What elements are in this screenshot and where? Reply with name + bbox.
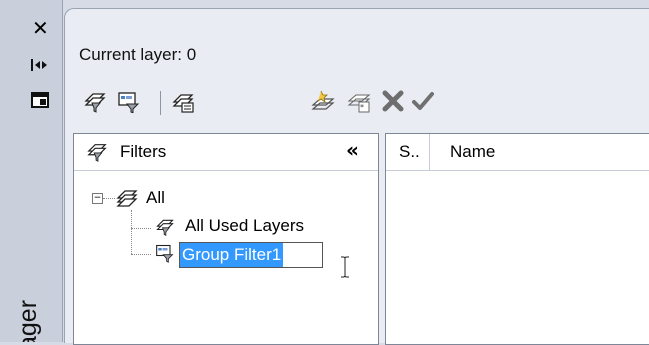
group-filter-icon xyxy=(154,243,176,263)
property-filter-icon xyxy=(154,217,176,237)
filter-tree: − All All Used Layers Group Filter1 xyxy=(74,170,378,344)
palette-vertical-title: ager xyxy=(8,260,68,342)
column-name[interactable]: Name xyxy=(430,134,649,170)
tree-connector xyxy=(131,210,132,254)
tree-connector xyxy=(131,228,151,229)
palette-title-strip: ✕ ager xyxy=(0,0,63,342)
tree-node-all-used-layers[interactable]: All Used Layers xyxy=(185,216,304,236)
set-current-icon[interactable] xyxy=(411,89,435,113)
text-cursor-icon xyxy=(340,256,350,278)
new-layer-vp-frozen-icon[interactable]: * xyxy=(347,89,371,113)
new-property-filter-icon[interactable] xyxy=(83,89,107,113)
column-status[interactable]: S.. xyxy=(386,134,430,170)
properties-icon[interactable] xyxy=(31,92,49,108)
close-icon[interactable]: ✕ xyxy=(32,18,49,38)
new-layer-icon[interactable] xyxy=(311,89,335,113)
layer-list-header: S.. Name xyxy=(386,134,649,171)
tree-connector xyxy=(103,198,115,199)
current-layer-label: Current layer: 0 xyxy=(79,45,197,64)
collapse-filters-button[interactable]: « xyxy=(346,138,359,162)
new-group-filter-icon[interactable] xyxy=(117,89,141,114)
tree-collapse-toggle[interactable]: − xyxy=(92,193,103,204)
autohide-icon[interactable] xyxy=(30,57,50,73)
rename-filter-input[interactable]: Group Filter1 xyxy=(179,242,323,268)
tree-connector xyxy=(131,254,151,255)
svg-text:*: * xyxy=(360,103,364,112)
filters-header: Filters « xyxy=(74,134,378,171)
delete-layer-icon[interactable] xyxy=(381,89,405,113)
layer-states-manager-icon[interactable] xyxy=(171,89,195,113)
palette-title-text: ager xyxy=(14,299,42,342)
tree-node-all[interactable]: All xyxy=(146,188,165,208)
layer-list-pane: S.. Name xyxy=(385,133,649,345)
filters-tree-pane: Filters « − All All Used Layers Group Fi… xyxy=(73,133,379,345)
toolbar-separator xyxy=(160,91,161,115)
rename-selected-text: Group Filter1 xyxy=(180,243,284,267)
filter-icon xyxy=(86,141,108,163)
filters-header-label: Filters xyxy=(120,142,167,161)
layer-properties-panel: Current layer: 0 * Filters « − All All U… xyxy=(64,8,649,345)
all-filter-icon xyxy=(116,188,138,208)
